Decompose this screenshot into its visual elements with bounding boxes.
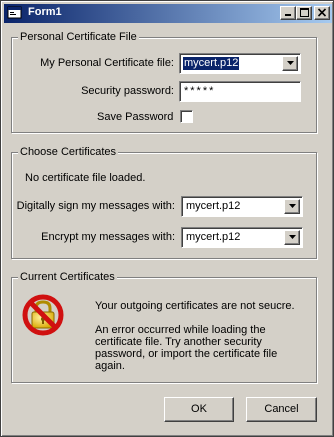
certificate-file-value: mycert.p12 <box>183 57 240 70</box>
current-certificates-legend: Current Certificates <box>18 270 117 284</box>
sign-certificate-value: mycert.p12 <box>186 200 241 212</box>
dropdown-arrow-icon <box>288 204 296 208</box>
dropdown-arrow-icon <box>286 61 294 65</box>
dropdown-arrow-icon <box>288 235 296 239</box>
certificate-status-text: No certificate file loaded. <box>25 172 146 184</box>
maximize-button[interactable] <box>296 6 312 20</box>
maximize-icon <box>299 8 309 17</box>
personal-certificate-legend: Personal Certificate File <box>18 30 139 44</box>
error-line-3: password, or import the certificate file <box>95 348 278 360</box>
certificate-file-select[interactable]: mycert.p12 <box>179 53 301 74</box>
choose-certificates-legend: Choose Certificates <box>18 145 118 159</box>
encrypt-certificate-dropdown-button[interactable] <box>284 230 300 245</box>
encrypt-certificate-select[interactable]: mycert.p12 <box>181 227 303 248</box>
sign-certificate-dropdown-button[interactable] <box>284 199 300 214</box>
minimize-button[interactable] <box>280 6 296 20</box>
window-title: Form1 <box>28 6 62 18</box>
minimize-icon <box>285 14 291 16</box>
certificate-file-dropdown-button[interactable] <box>282 56 298 71</box>
no-entry-lock-icon <box>22 294 64 336</box>
sign-messages-label: Digitally sign my messages with: <box>16 200 175 212</box>
save-password-checkbox[interactable] <box>180 110 193 123</box>
close-button[interactable] <box>314 6 330 20</box>
title-bar[interactable]: Form1 <box>4 4 332 23</box>
certificate-file-label: My Personal Certificate file: <box>40 57 174 69</box>
cancel-button[interactable]: Cancel <box>246 397 317 422</box>
encrypt-certificate-value: mycert.p12 <box>186 231 241 243</box>
ok-button[interactable]: OK <box>164 397 234 422</box>
security-password-field[interactable]: ***** <box>179 81 301 102</box>
security-password-value: ***** <box>184 85 216 97</box>
error-line-4: again. <box>95 360 125 372</box>
error-line-1: An error occurred while loading the <box>95 324 266 336</box>
error-line-2: certificate file. Try another security <box>95 336 262 348</box>
security-password-label: Security password: <box>81 85 174 97</box>
close-icon <box>318 8 326 17</box>
save-password-label: Save Password <box>97 111 174 123</box>
form-window: Form1 Personal Certificate File My Perso… <box>0 0 334 437</box>
form-icon <box>7 6 22 19</box>
encrypt-messages-label: Encrypt my messages with: <box>41 231 175 243</box>
insecure-certificates-message: Your outgoing certificates are not seucr… <box>95 300 295 312</box>
sign-certificate-select[interactable]: mycert.p12 <box>181 196 303 217</box>
